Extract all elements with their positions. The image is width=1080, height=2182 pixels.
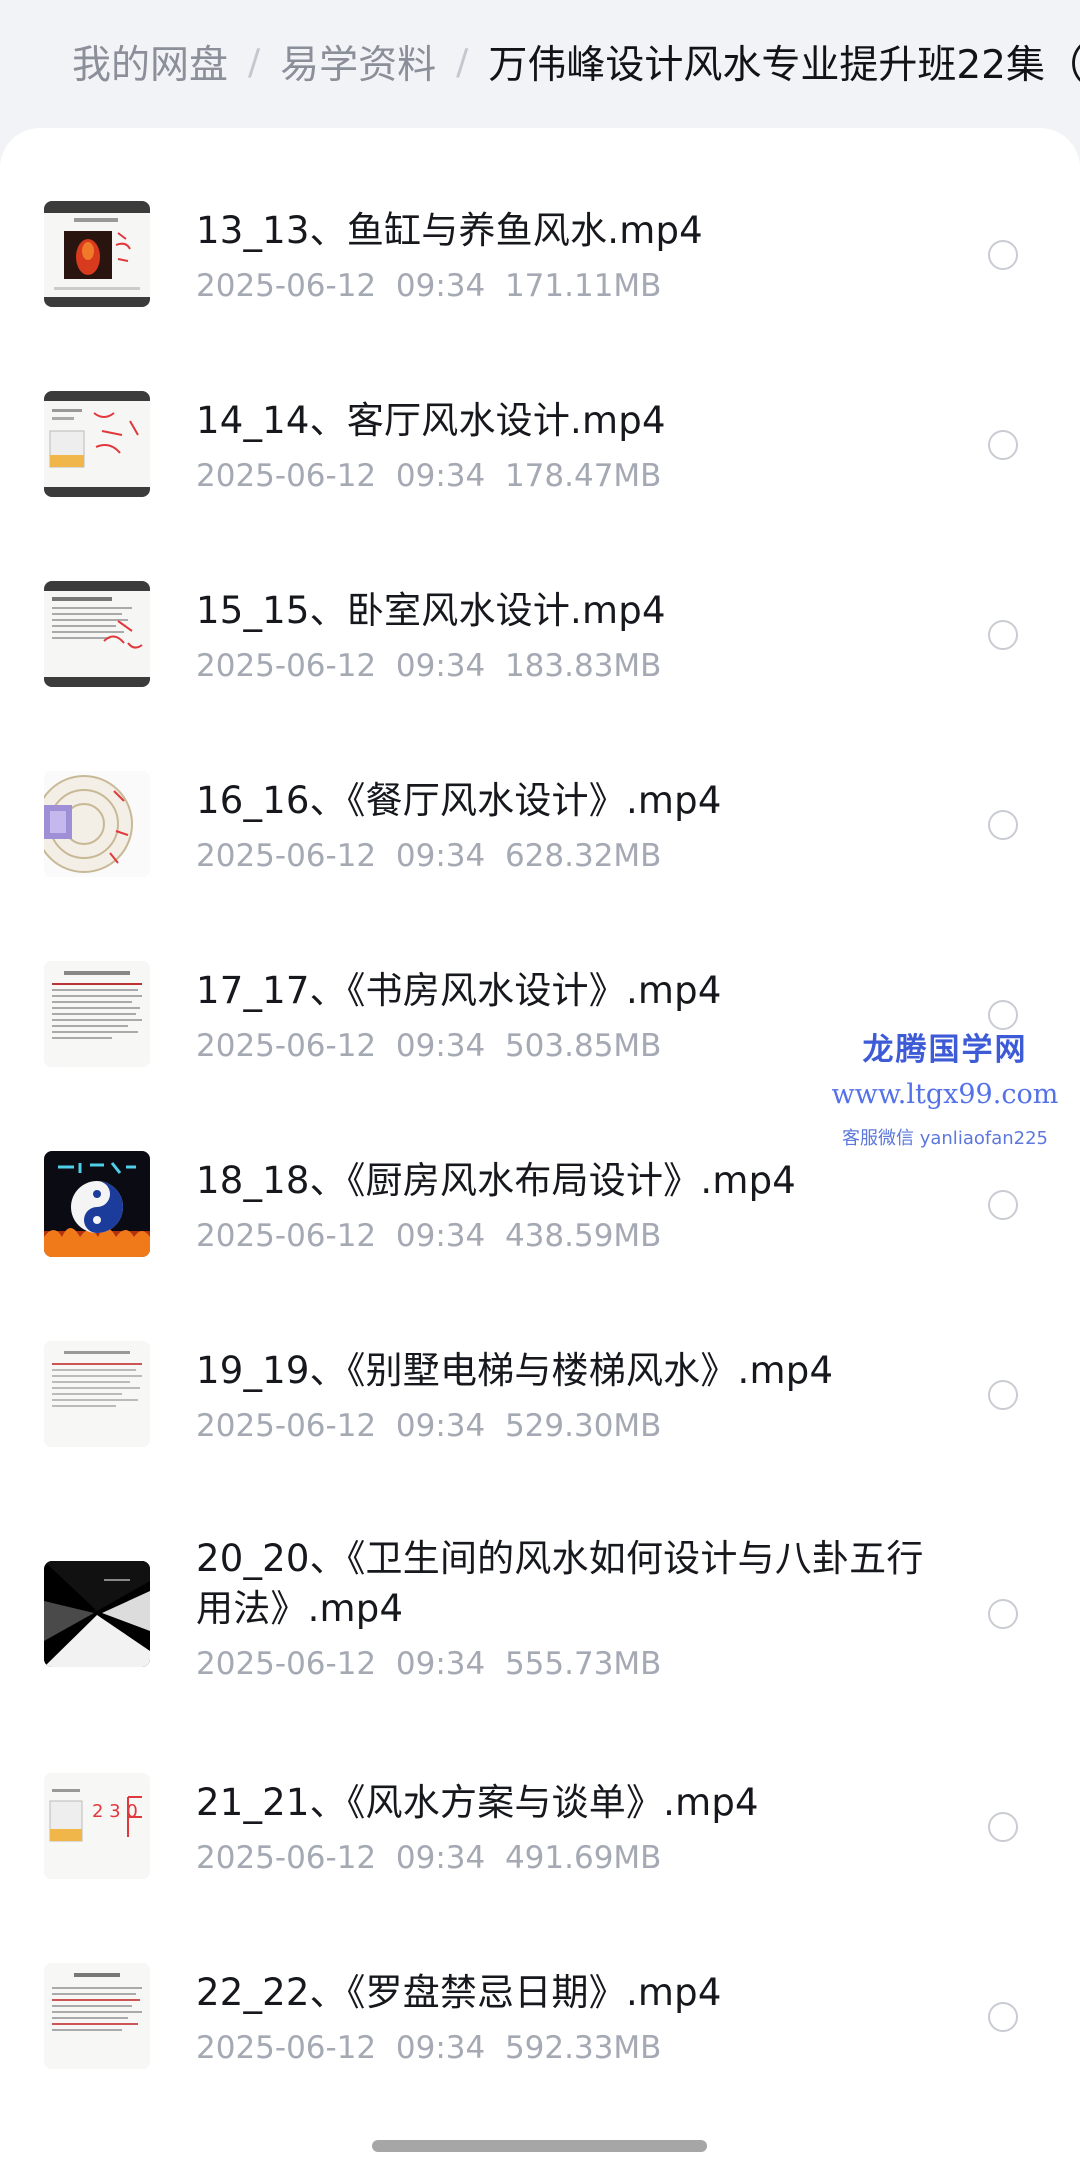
file-meta: 2025-06-12 09:34 555.73MB: [196, 1644, 661, 1684]
watermark-url: www.ltgx99.com: [831, 1079, 1059, 1110]
file-meta: 2025-06-12 09:34 592.33MB: [196, 2028, 661, 2068]
file-meta: 2025-06-12 09:34 178.47MB: [196, 456, 661, 496]
file-time: 09:34: [395, 458, 486, 494]
breadcrumb-separator: /: [456, 41, 469, 83]
file-size: 555.73MB: [504, 1646, 662, 1682]
file-date: 2025-06-12: [196, 1840, 377, 1876]
select-checkbox[interactable]: [988, 1599, 1018, 1629]
select-checkbox[interactable]: [988, 1380, 1018, 1410]
file-time: 09:34: [395, 1028, 486, 1064]
file-size: 183.83MB: [504, 648, 662, 684]
file-name: 14_14、客厅风水设计.mp4: [196, 399, 666, 442]
file-date: 2025-06-12: [196, 1218, 377, 1254]
file-time: 09:34: [395, 1646, 486, 1682]
file-name: 17_17、《书房风水设计》.mp4: [196, 969, 722, 1012]
file-date: 2025-06-12: [196, 648, 377, 684]
watermark-site-name: 龙腾国学网: [862, 1032, 1028, 1068]
file-meta: 2025-06-12 09:34 628.32MB: [196, 836, 661, 876]
video-thumbnail: [44, 201, 150, 307]
breadcrumb-item-current: 万伟峰设计风水专业提升班22集（加: [488, 43, 1080, 88]
file-time: 09:34: [395, 1218, 486, 1254]
file-size: 491.69MB: [504, 1840, 662, 1876]
select-checkbox[interactable]: [988, 1812, 1018, 1842]
select-checkbox[interactable]: [988, 430, 1018, 460]
video-thumbnail: [44, 1963, 150, 2069]
breadcrumb-item-folder[interactable]: 易学资料: [280, 34, 436, 90]
video-thumbnail: 2 3 0: [44, 1773, 150, 1879]
file-name: 18_18、《厨房风水布局设计》.mp4: [196, 1159, 796, 1202]
file-date: 2025-06-12: [196, 1646, 377, 1682]
file-size: 592.33MB: [504, 2030, 662, 2066]
file-time: 09:34: [395, 268, 486, 304]
file-name: 16_16、《餐厅风水设计》.mp4: [196, 779, 722, 822]
select-checkbox[interactable]: [988, 810, 1018, 840]
file-date: 2025-06-12: [196, 1028, 377, 1064]
video-thumbnail: [44, 581, 150, 687]
file-name: 15_15、卧室风水设计.mp4: [196, 589, 666, 632]
select-checkbox[interactable]: [988, 240, 1018, 270]
file-size: 178.47MB: [504, 458, 662, 494]
watermark-contact: 客服微信 yanliaofan225: [842, 1128, 1048, 1149]
video-thumbnail: [44, 391, 150, 497]
select-checkbox[interactable]: [988, 620, 1018, 650]
file-meta: 2025-06-12 09:34 438.59MB: [196, 1216, 661, 1256]
select-checkbox[interactable]: [988, 2002, 1018, 2032]
file-date: 2025-06-12: [196, 458, 377, 494]
breadcrumb-item-my-drive[interactable]: 我的网盘: [72, 34, 228, 90]
watermark: 龙腾国学网 www.ltgx99.com 客服微信 yanliaofan225: [820, 1024, 1070, 1150]
file-meta: 2025-06-12 09:34 171.11MB: [196, 266, 661, 306]
file-name: 20_20、《卫生间的风水如何设计与八卦五行用法》.mp4: [196, 1537, 924, 1630]
video-thumbnail: [44, 1341, 150, 1447]
file-date: 2025-06-12: [196, 1408, 377, 1444]
file-date: 2025-06-12: [196, 2030, 377, 2066]
breadcrumb: 我的网盘 / 易学资料 / 万伟峰设计风水专业提升班22集（加: [72, 30, 1080, 94]
file-date: 2025-06-12: [196, 838, 377, 874]
svg-text:2 3 0: 2 3 0: [92, 1801, 138, 1822]
file-list: 13_13、鱼缸与养鱼风水.mp4 2025-06-12 09:34 171.1…: [0, 128, 1080, 2182]
file-time: 09:34: [395, 648, 486, 684]
file-size: 628.32MB: [504, 838, 662, 874]
file-size: 503.85MB: [504, 1028, 662, 1064]
file-name: 19_19、《别墅电梯与楼梯风水》.mp4: [196, 1349, 834, 1392]
file-size: 529.30MB: [504, 1408, 662, 1444]
video-thumbnail: [44, 1151, 150, 1257]
select-checkbox[interactable]: [988, 1190, 1018, 1220]
breadcrumb-separator: /: [248, 41, 261, 83]
file-name: 21_21、《风水方案与谈单》.mp4: [196, 1781, 759, 1824]
home-indicator[interactable]: [372, 2140, 707, 2152]
file-size: 171.11MB: [504, 268, 662, 304]
file-time: 09:34: [395, 838, 486, 874]
file-meta: 2025-06-12 09:34 183.83MB: [196, 646, 661, 686]
file-time: 09:34: [395, 1408, 486, 1444]
file-time: 09:34: [395, 2030, 486, 2066]
file-meta: 2025-06-12 09:34 491.69MB: [196, 1838, 661, 1878]
file-meta: 2025-06-12 09:34 503.85MB: [196, 1026, 661, 1066]
file-name: 13_13、鱼缸与养鱼风水.mp4: [196, 209, 703, 252]
video-thumbnail: [44, 771, 150, 877]
file-name: 22_22、《罗盘禁忌日期》.mp4: [196, 1971, 722, 2014]
file-date: 2025-06-12: [196, 268, 377, 304]
file-size: 438.59MB: [504, 1218, 662, 1254]
video-thumbnail: [44, 1561, 150, 1667]
file-time: 09:34: [395, 1840, 486, 1876]
video-thumbnail: [44, 961, 150, 1067]
file-meta: 2025-06-12 09:34 529.30MB: [196, 1406, 661, 1446]
